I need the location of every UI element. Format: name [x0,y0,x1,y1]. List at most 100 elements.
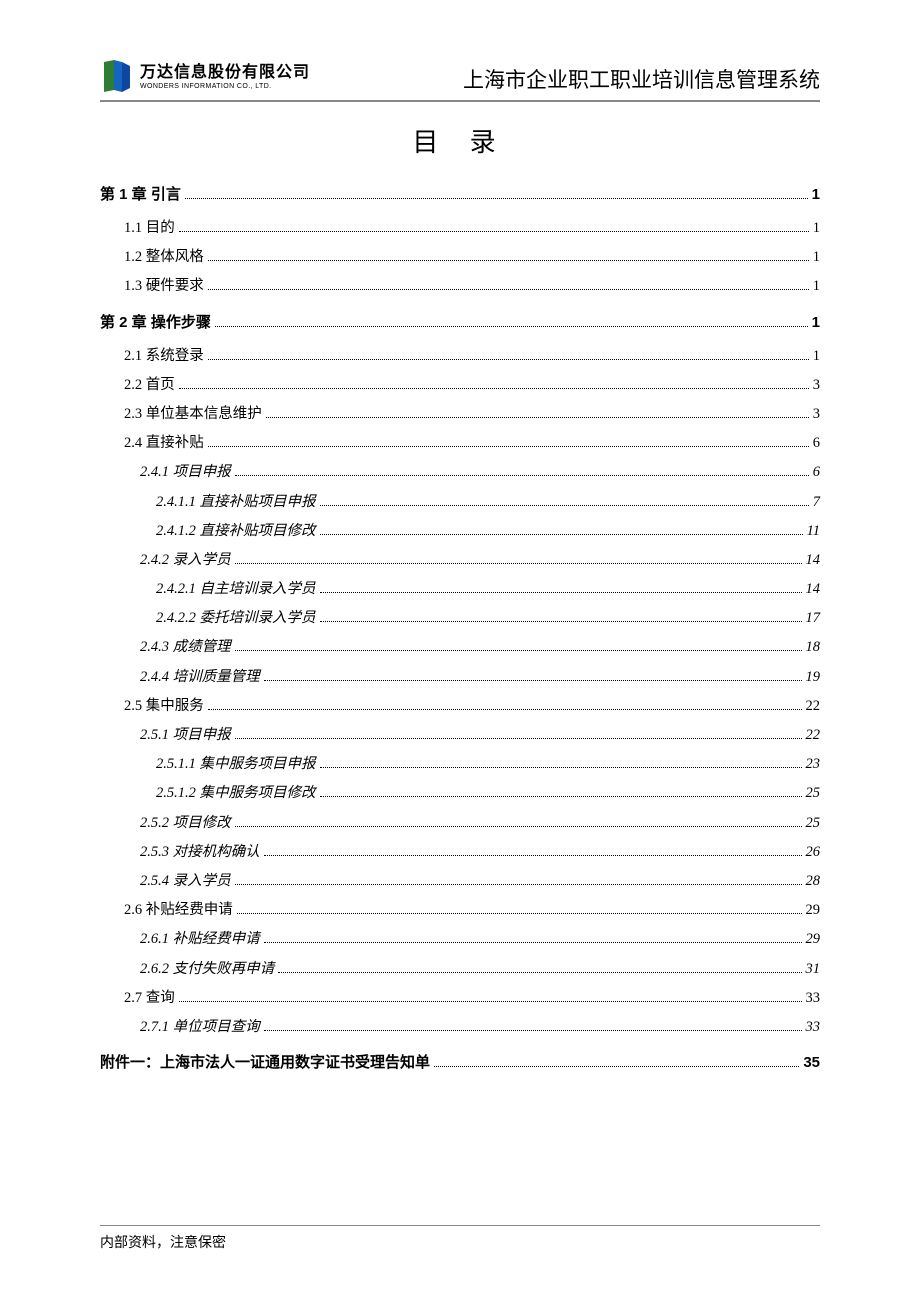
toc-page-number: 1 [813,345,820,368]
toc-entry[interactable]: 2.7 查询33 [124,987,820,1010]
toc-leader [235,475,809,476]
toc-page-number: 31 [806,958,821,981]
toc-label: 2.4.2.2 委托培训录入学员 [156,607,316,630]
toc-label: 第 2 章 操作步骤 [100,311,211,335]
toc-leader [208,709,802,710]
toc-leader [208,289,809,290]
toc-leader [208,446,809,447]
toc-leader [266,417,809,418]
table-of-contents: 第 1 章 引言11.1 目的11.2 整体风格11.3 硬件要求1第 2 章 … [100,183,820,1075]
toc-entry[interactable]: 2.5.1.2 集中服务项目修改25 [156,782,820,805]
toc-leader [320,767,802,768]
toc-label: 2.1 系统登录 [124,345,204,368]
toc-entry[interactable]: 2.5.2 项目修改 25 [140,812,820,835]
toc-label: 2.5 集中服务 [124,695,204,718]
toc-entry[interactable]: 2.3 单位基本信息维护3 [124,403,820,426]
toc-label: 1.2 整体风格 [124,246,204,269]
toc-page-number: 1 [812,183,820,207]
toc-page-number: 14 [806,549,821,572]
toc-entry[interactable]: 2.7.1 单位项目查询 33 [140,1016,820,1039]
toc-label: 2.4.2 录入学员 [140,549,231,572]
toc-entry[interactable]: 2.4.1.1 直接补贴项目申报 7 [156,491,820,514]
toc-leader [320,796,802,797]
toc-leader [320,505,809,506]
toc-label: 2.4.1.2 直接补贴项目修改 [156,520,316,543]
toc-label: 2.5.3 对接机构确认 [140,841,260,864]
toc-label: 1.3 硬件要求 [124,275,204,298]
toc-label: 2.5.1.1 集中服务项目申报 [156,753,316,776]
toc-page-number: 3 [813,403,820,426]
page-header: 万达信息股份有限公司 WONDERS INFORMATION CO., LTD.… [100,60,820,102]
toc-page-number: 18 [806,636,821,659]
toc-entry[interactable]: 2.5.1 项目申报22 [140,724,820,747]
toc-label: 2.6.1 补贴经费申请 [140,928,260,951]
toc-leader [264,942,802,943]
toc-entry[interactable]: 2.4 直接补贴6 [124,432,820,455]
toc-leader [278,972,801,973]
toc-page-number: 1 [813,275,820,298]
toc-label: 第 1 章 引言 [100,183,181,207]
toc-entry[interactable]: 2.4.3 成绩管理 18 [140,636,820,659]
document-title: 上海市企业职工职业培训信息管理系统 [463,64,820,94]
toc-label: 2.5.2 项目修改 [140,812,231,835]
toc-page-number: 1 [812,311,820,335]
toc-leader [434,1066,799,1067]
page: 万达信息股份有限公司 WONDERS INFORMATION CO., LTD.… [0,0,920,1302]
logo-cn: 万达信息股份有限公司 [140,65,310,81]
toc-entry[interactable]: 第 2 章 操作步骤 1 [100,311,820,335]
logo: 万达信息股份有限公司 WONDERS INFORMATION CO., LTD. [100,60,310,94]
toc-leader [320,621,802,622]
toc-leader [179,388,809,389]
toc-leader [179,1001,802,1002]
toc-leader [215,326,808,327]
toc-label: 2.4.4 培训质量管理 [140,666,260,689]
logo-text: 万达信息股份有限公司 WONDERS INFORMATION CO., LTD. [140,65,310,90]
toc-page-number: 3 [813,374,820,397]
toc-page-number: 25 [806,812,821,835]
toc-entry[interactable]: 2.5 集中服务 22 [124,695,820,718]
toc-label: 2.4.1.1 直接补贴项目申报 [156,491,316,514]
toc-label: 2.5.4 录入学员 [140,870,231,893]
toc-entry[interactable]: 2.5.4 录入学员 28 [140,870,820,893]
toc-entry[interactable]: 2.4.2 录入学员 14 [140,549,820,572]
toc-entry[interactable]: 2.1 系统登录 1 [124,345,820,368]
toc-entry[interactable]: 2.2 首页3 [124,374,820,397]
toc-page-number: 7 [813,491,820,514]
toc-label: 2.6 补贴经费申请 [124,899,233,922]
toc-entry[interactable]: 第 1 章 引言 1 [100,183,820,207]
toc-entry[interactable]: 2.5.1.1 集中服务项目申报 23 [156,753,820,776]
toc-entry[interactable]: 1.3 硬件要求 1 [124,275,820,298]
toc-label: 2.4.1 项目申报 [140,461,231,484]
toc-label: 2.5.1 项目申报 [140,724,231,747]
toc-page-number: 28 [806,870,821,893]
toc-label: 2.6.2 支付失败再申请 [140,958,274,981]
toc-entry[interactable]: 2.6.1 补贴经费申请29 [140,928,820,951]
page-footer: 内部资料，注意保密 [100,1225,820,1252]
toc-entry[interactable]: 2.4.2.2 委托培训录入学员17 [156,607,820,630]
toc-leader [235,738,802,739]
toc-page-number: 22 [806,695,821,718]
toc-page-number: 19 [806,666,821,689]
toc-leader [235,826,802,827]
toc-entry[interactable]: 2.5.3 对接机构确认26 [140,841,820,864]
toc-leader [320,592,802,593]
toc-label: 2.4.3 成绩管理 [140,636,231,659]
toc-entry[interactable]: 1.2 整体风格1 [124,246,820,269]
toc-entry[interactable]: 1.1 目的1 [124,217,820,240]
toc-page-number: 6 [813,461,820,484]
toc-entry[interactable]: 2.4.4 培训质量管理 19 [140,666,820,689]
toc-entry[interactable]: 2.4.2.1 自主培训录入学员14 [156,578,820,601]
toc-label: 2.4 直接补贴 [124,432,204,455]
toc-label: 2.7.1 单位项目查询 [140,1016,260,1039]
toc-entry[interactable]: 附件一：上海市法人一证通用数字证书受理告知单 35 [100,1051,820,1075]
toc-entry[interactable]: 2.6 补贴经费申请29 [124,899,820,922]
toc-entry[interactable]: 2.6.2 支付失败再申请 31 [140,958,820,981]
toc-leader [235,563,802,564]
toc-label: 附件一：上海市法人一证通用数字证书受理告知单 [100,1051,430,1075]
logo-en: WONDERS INFORMATION CO., LTD. [140,83,310,90]
toc-page-number: 33 [806,1016,821,1039]
toc-entry[interactable]: 2.4.1.2 直接补贴项目修改11 [156,520,820,543]
toc-entry[interactable]: 2.4.1 项目申报 6 [140,461,820,484]
toc-page-number: 23 [806,753,821,776]
toc-leader [264,855,802,856]
